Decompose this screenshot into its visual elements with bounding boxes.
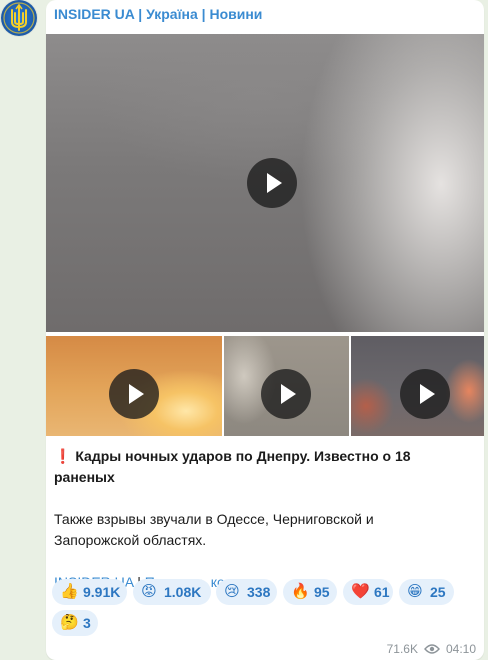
- channel-avatar[interactable]: [1, 0, 37, 36]
- reaction-thumbs-up[interactable]: 👍 9.91K: [52, 579, 127, 605]
- play-icon[interactable]: [261, 369, 311, 419]
- video-thumbnail-4[interactable]: [351, 336, 484, 436]
- headline-text: Кадры ночных ударов по Днепру. Известно …: [54, 448, 411, 485]
- reaction-heart[interactable]: ❤️ 61: [343, 579, 393, 605]
- fire-icon: 🔥: [291, 583, 310, 600]
- reaction-angry[interactable]: 😡 1.08K: [133, 579, 211, 605]
- channel-name[interactable]: INSIDER UA | Україна | Новини: [54, 6, 262, 24]
- play-icon[interactable]: [247, 158, 297, 208]
- reaction-count: 9.91K: [83, 584, 121, 600]
- thumbs-up-icon: 👍: [60, 583, 79, 600]
- reaction-count: 3: [83, 615, 91, 631]
- video-thumbnail-3[interactable]: [224, 336, 349, 436]
- view-count: 71.6K: [386, 641, 418, 656]
- reaction-count: 25: [430, 584, 446, 600]
- message-bubble: INSIDER UA | Україна | Новини ❗ Кадры но…: [46, 0, 484, 660]
- message-time: 04:10: [445, 641, 476, 656]
- reaction-count: 95: [314, 584, 330, 600]
- play-icon[interactable]: [109, 369, 159, 419]
- body-text-line-1: Также взрывы звучали в Одессе, Черниговс…: [54, 511, 374, 527]
- reaction-fire[interactable]: 🔥 95: [283, 579, 337, 605]
- reaction-count: 1.08K: [164, 584, 202, 600]
- exclamation-icon: ❗: [54, 448, 72, 464]
- thinking-face-icon: 🤔: [60, 614, 79, 631]
- video-thumbnail-2[interactable]: [46, 336, 222, 436]
- reaction-count: 61: [374, 584, 390, 600]
- reaction-count: 338: [247, 584, 271, 600]
- reaction-thinking[interactable]: 🤔 3: [52, 610, 98, 636]
- crying-face-icon: 😢: [224, 583, 240, 600]
- angry-face-icon: 😡: [141, 583, 157, 600]
- heart-icon: ❤️: [351, 583, 370, 600]
- post-caption: ❗ Кадры ночных ударов по Днепру. Известн…: [54, 446, 474, 593]
- reaction-grin[interactable]: 😁 25: [399, 579, 454, 605]
- post-headline: ❗ Кадры ночных ударов по Днепру. Известн…: [54, 446, 474, 488]
- eye-icon: [424, 644, 440, 654]
- grinning-face-icon: 😁: [407, 583, 423, 600]
- message-meta: 71.6K 04:10: [387, 641, 476, 657]
- play-icon[interactable]: [400, 369, 450, 419]
- video-thumbnail-main[interactable]: [46, 34, 484, 332]
- reaction-crying[interactable]: 😢 338: [216, 579, 277, 605]
- body-text-line-2: Запорожской областях.: [54, 532, 207, 548]
- trident-icon: [3, 2, 35, 34]
